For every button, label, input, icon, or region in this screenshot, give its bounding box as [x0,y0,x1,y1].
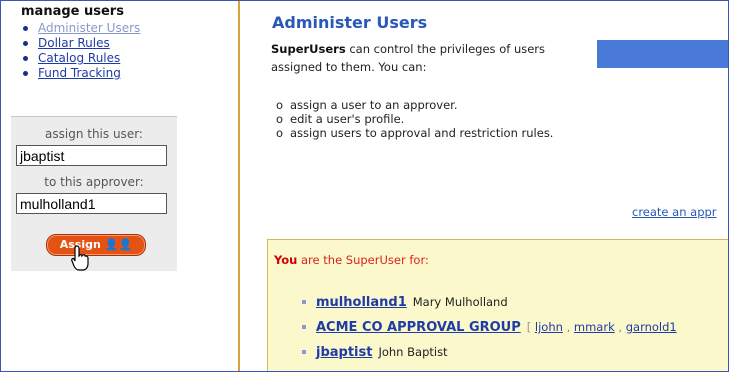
hand-cursor-icon [71,245,89,271]
list-item-text: assign a user to an approver. [290,98,458,112]
bullet-icon [302,350,306,354]
page-title: Administer Users [272,13,428,32]
group-link[interactable]: ACME CO APPROVAL GROUP [316,320,521,335]
intro-text: SuperUsers can control the privileges of… [271,40,571,76]
assign-panel: assign this user: jbaptist to this appro… [11,116,177,271]
separator: , [614,320,626,334]
circle-bullet-icon: o [276,112,284,126]
list-item: ACME CO APPROVAL GROUP[ ljohn , mmark , … [302,320,677,345]
circle-bullet-icon: o [276,126,284,140]
separator: , [562,320,574,334]
main-content: Administer Users SuperUsers can control … [240,1,728,371]
bullet-icon [23,56,28,61]
bullet-icon [23,71,28,76]
user-fullname: John Baptist [378,345,448,359]
list-item: jbaptist John Baptist [302,345,677,370]
member-link[interactable]: mmark [574,320,615,334]
list-item: o assign users to approval and restrictio… [276,126,596,140]
assign-user-input[interactable]: jbaptist [16,145,167,166]
user-fullname: Mary Mulholland [412,295,508,309]
list-item: o assign a user to an approver. [276,98,596,112]
sidebar-item-label[interactable]: Fund Tracking [38,66,121,80]
bullet-icon [23,41,28,46]
bullet-icon [302,300,306,304]
bracket-open: [ [526,320,532,334]
assign-button[interactable]: Assign 👤👤 [46,234,146,256]
list-item: mulholland1 Mary Mulholland [302,295,677,320]
list-item: o edit a user's profile. [276,112,596,126]
member-link[interactable]: garnold1 [626,320,677,334]
sidebar-item-catalog-rules[interactable]: Catalog Rules [23,51,140,66]
sidebar-heading: manage users [21,4,124,19]
window-frame: manage users Administer Users Dollar Rul… [0,0,729,372]
assign-user-label: assign this user: [45,127,143,141]
sidebar-item-administer-users[interactable]: Administer Users [23,21,140,36]
superuser-text: are the SuperUser for: [297,253,429,267]
sidebar-item-fund-tracking[interactable]: Fund Tracking [23,66,140,81]
sidebar-item-label[interactable]: Administer Users [38,21,140,35]
create-approver-link[interactable]: create an appr [632,205,717,219]
sidebar-item-label[interactable]: Catalog Rules [38,51,120,65]
list-item-text: assign users to approval and restriction… [290,126,554,140]
user-link[interactable]: mulholland1 [316,295,407,310]
bullet-icon [302,325,306,329]
sidebar: manage users Administer Users Dollar Rul… [5,1,177,371]
users-icon: 👤👤 [104,238,133,251]
superuser-heading: You are the SuperUser for: [274,253,429,267]
assign-approver-input[interactable]: mulholland1 [16,193,167,214]
list-item-text: edit a user's profile. [290,112,405,126]
sidebar-nav: Administer Users Dollar Rules Catalog Ru… [23,21,140,81]
user-link[interactable]: jbaptist [316,345,372,360]
member-link[interactable]: ljohn [535,320,563,334]
bullet-icon [23,26,28,31]
superuser-you: You [274,253,298,267]
capabilities-list: o assign a user to an approver. o edit a u… [276,98,596,140]
sidebar-item-label[interactable]: Dollar Rules [38,36,110,50]
header-banner [597,40,728,68]
sidebar-item-dollar-rules[interactable]: Dollar Rules [23,36,140,51]
superuser-panel: You are the SuperUser for: mulholland1 Ma… [267,239,728,371]
superuser-list: mulholland1 Mary Mulholland ACME CO APPRO… [302,295,677,370]
intro-bold: SuperUsers [271,42,346,56]
circle-bullet-icon: o [276,98,284,112]
assign-approver-label: to this approver: [44,175,144,189]
